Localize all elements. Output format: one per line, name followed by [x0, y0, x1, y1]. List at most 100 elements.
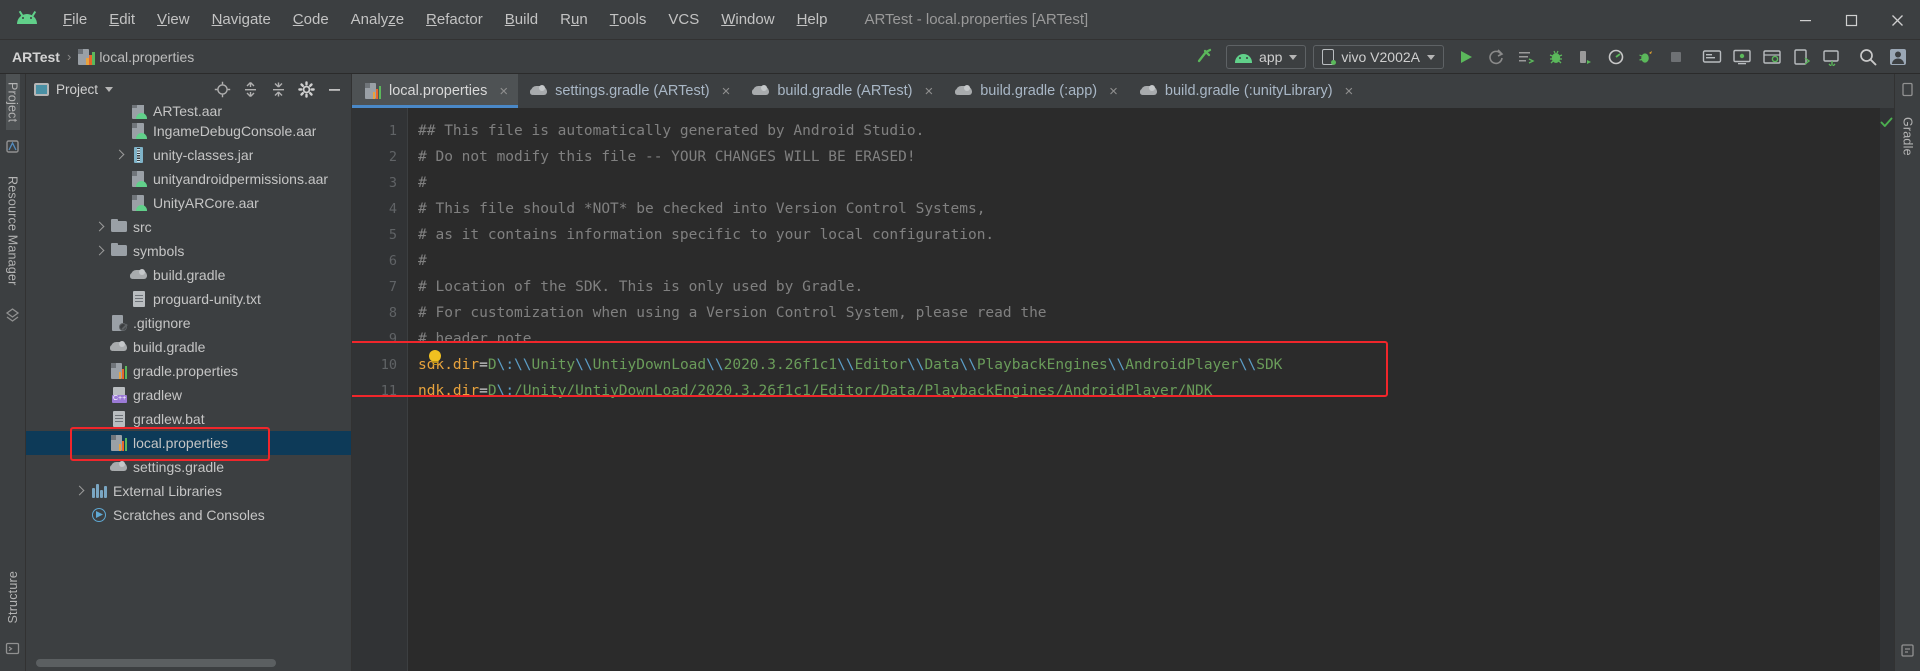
tree-item-ingamedebugconsole-aar[interactable]: IngameDebugConsole.aar	[26, 119, 351, 143]
tree-item-external-libraries[interactable]: External Libraries	[26, 479, 351, 503]
error-stripe-markers[interactable]	[1880, 108, 1894, 671]
breadcrumb-root[interactable]: ARTest	[12, 49, 60, 65]
tree-item-gradle-properties[interactable]: gradle.properties	[26, 359, 351, 383]
menu-navigate[interactable]: Navigate	[201, 0, 282, 39]
line-number: 2	[388, 149, 397, 165]
apply-code-changes-icon	[1519, 52, 1535, 64]
attach-debugger-icon	[1580, 51, 1591, 64]
editor-area: local.properties × settings.gradle (ARTest…	[352, 74, 1894, 671]
chevron-right-icon[interactable]	[74, 486, 85, 497]
tool-tab-gradle[interactable]: Gradle	[1901, 109, 1915, 164]
menu-file[interactable]: File	[52, 0, 98, 39]
code-content[interactable]: ## This file is automatically generated …	[408, 108, 1730, 671]
cpp-file-icon: C++	[111, 387, 128, 403]
module-selector[interactable]: app	[1226, 45, 1307, 69]
account-button[interactable]	[1884, 43, 1912, 71]
run-coverage-button[interactable]	[1632, 43, 1660, 71]
aar-file-icon	[131, 195, 147, 211]
attach-debugger-button[interactable]	[1572, 43, 1600, 71]
close-tab-icon[interactable]: ×	[1345, 84, 1354, 99]
intention-bulb-icon[interactable]	[427, 350, 443, 366]
device-selector[interactable]: vivo V2002A	[1313, 45, 1444, 69]
tree-item-label: UnityARCore.aar	[153, 195, 259, 211]
minimize-button[interactable]	[1782, 0, 1828, 40]
build-variants-icon[interactable]	[5, 308, 20, 326]
expand-all-button[interactable]	[239, 78, 261, 100]
close-tab-icon[interactable]: ×	[1109, 84, 1118, 99]
close-tab-icon[interactable]: ×	[924, 84, 933, 99]
menu-vcs[interactable]: VCS	[657, 0, 710, 39]
maximize-button[interactable]	[1828, 0, 1874, 40]
menu-refactor[interactable]: Refactor	[415, 0, 494, 39]
tree-item-gradlew-bat[interactable]: gradlew.bat	[26, 407, 351, 431]
project-tree-horizontal-scrollbar[interactable]	[36, 659, 276, 667]
tree-item-unityandroidpermissions-aar[interactable]: unityandroidpermissions.aar	[26, 167, 351, 191]
collapse-all-button[interactable]	[267, 78, 289, 100]
line-number: 7	[388, 279, 397, 295]
sync-project-button[interactable]	[1818, 43, 1846, 71]
chevron-right-icon[interactable]	[114, 150, 125, 161]
menu-window[interactable]: Window	[710, 0, 785, 39]
menu-build[interactable]: Build	[494, 0, 549, 39]
tree-item-settings-gradle[interactable]: settings.gradle	[26, 455, 351, 479]
tree-item-label: gradlew.bat	[133, 411, 205, 427]
tree-item-unityarcore-aar[interactable]: UnityARCore.aar	[26, 191, 351, 215]
favorites-icon[interactable]	[5, 139, 20, 157]
tree-item-gradlew[interactable]: C++ gradlew	[26, 383, 351, 407]
project-tree[interactable]: ARTest.aar IngameDebugConsole.aar unity-cl…	[26, 104, 351, 671]
breadcrumb-file[interactable]: local.properties	[78, 48, 194, 65]
menu-analyze[interactable]: Analy z e	[340, 0, 415, 39]
editor-tab-build-gradle-unitylibrary-[interactable]: build.gradle (:unityLibrary) ×	[1128, 74, 1363, 108]
tool-tab-structure[interactable]: Structure	[6, 563, 20, 632]
tree-item-scratches-and-consoles[interactable]: Scratches and Consoles	[26, 503, 351, 527]
tree-item-build-gradle[interactable]: build.gradle	[26, 335, 351, 359]
tool-tab-resource-manager[interactable]: Resource Manager	[6, 168, 20, 294]
hide-panel-button[interactable]	[323, 78, 345, 100]
emulator-icon[interactable]	[1900, 82, 1915, 100]
profiler-button[interactable]	[1602, 43, 1630, 71]
editor-tab-build-gradle-artest-[interactable]: build.gradle (ARTest) ×	[740, 74, 943, 108]
code-comment: #	[418, 253, 427, 269]
menu-help[interactable]: Help	[786, 0, 839, 39]
chevron-right-icon[interactable]	[94, 246, 105, 257]
device-file-explorer-icon[interactable]	[1900, 643, 1915, 661]
select-opened-file-button[interactable]	[211, 78, 233, 100]
tree-item-proguard-unity-txt[interactable]: proguard-unity.txt	[26, 287, 351, 311]
close-tab-icon[interactable]: ×	[722, 84, 731, 99]
build-hammer-button[interactable]	[1191, 43, 1219, 71]
apply-code-changes-button[interactable]	[1512, 43, 1540, 71]
terminal-icon[interactable]	[5, 641, 20, 659]
tree-item-artest-aar[interactable]: ARTest.aar	[26, 105, 351, 119]
debug-button[interactable]	[1542, 43, 1570, 71]
avd-manager-button[interactable]	[1728, 43, 1756, 71]
tool-tab-project[interactable]: Project	[5, 74, 20, 131]
tree-item-symbols[interactable]: symbols	[26, 239, 351, 263]
close-tab-icon[interactable]: ×	[499, 84, 508, 99]
search-everywhere-button[interactable]	[1854, 43, 1882, 71]
layout-inspector-button[interactable]	[1758, 43, 1786, 71]
tree-item-local-properties[interactable]: local.properties	[26, 431, 351, 455]
menu-edit[interactable]: Edit	[98, 0, 146, 39]
apply-changes-button[interactable]	[1482, 43, 1510, 71]
menu-view[interactable]: View	[146, 0, 201, 39]
project-panel-title[interactable]: Project	[34, 82, 114, 97]
chevron-right-icon[interactable]	[94, 222, 105, 233]
close-button[interactable]	[1874, 0, 1920, 40]
editor[interactable]: 1 2 3 4 5 6 7 8 9 10 11 ## This file is automatica…	[352, 108, 1894, 671]
stop-button[interactable]	[1662, 43, 1690, 71]
tree-item--gitignore[interactable]: .gitignore	[26, 311, 351, 335]
menu-code[interactable]: Code	[282, 0, 340, 39]
sdk-manager-button[interactable]	[1698, 43, 1726, 71]
run-button[interactable]	[1452, 43, 1480, 71]
settings-button[interactable]	[295, 78, 317, 100]
tree-item-unity-classes-jar[interactable]: unity-classes.jar	[26, 143, 351, 167]
editor-tab-settings-gradle-artest-[interactable]: settings.gradle (ARTest) ×	[518, 74, 740, 108]
editor-tab-build-gradle-app-[interactable]: build.gradle (:app) ×	[943, 74, 1128, 108]
device-file-explorer-button[interactable]	[1788, 43, 1816, 71]
tree-item-src[interactable]: src	[26, 215, 351, 239]
tree-item-build-gradle[interactable]: build.gradle	[26, 263, 351, 287]
editor-tab-local-properties[interactable]: local.properties ×	[352, 74, 519, 108]
menu-run[interactable]: Run	[549, 0, 599, 39]
menu-tools[interactable]: Tools	[599, 0, 658, 39]
